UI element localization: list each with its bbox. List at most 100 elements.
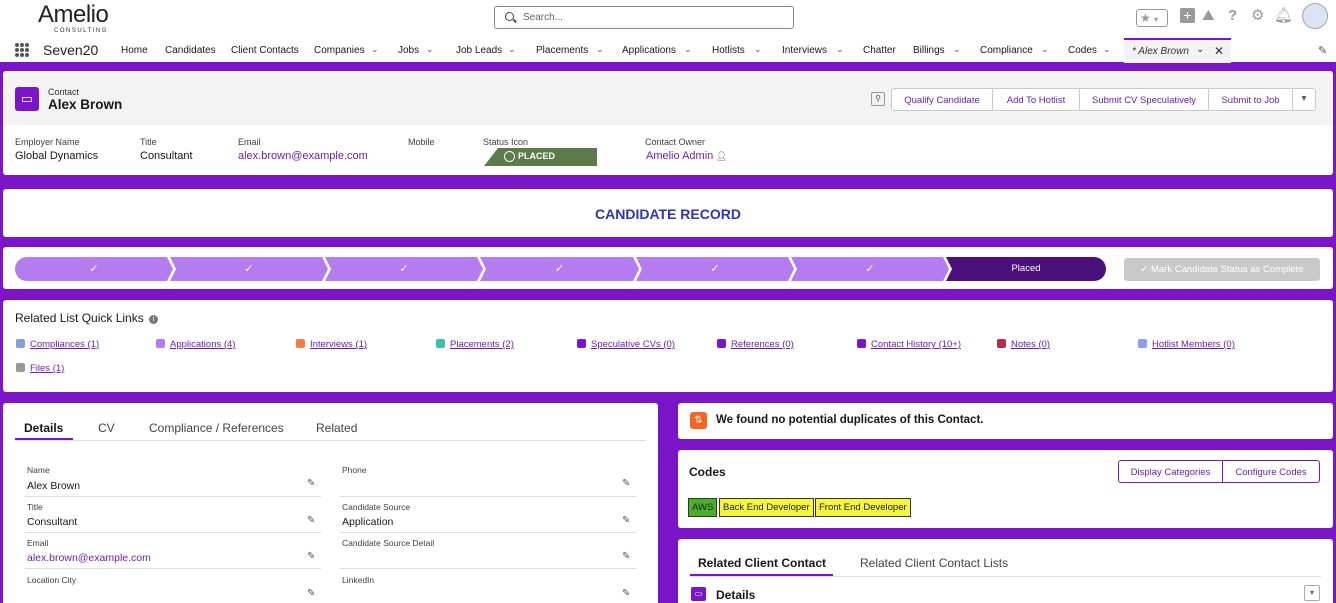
field-value-title: Consultant [140, 150, 193, 162]
chevron-down-icon[interactable]: ⌄ [684, 44, 692, 55]
avatar[interactable] [1302, 3, 1328, 29]
placement-icon [436, 339, 445, 348]
edit-icon[interactable]: ✎ [307, 478, 315, 489]
nav-item-jobs[interactable]: Jobs [398, 45, 419, 56]
edit-nav-icon[interactable]: ✎ [1318, 44, 1327, 57]
chevron-down-icon[interactable]: ⌄ [754, 44, 762, 55]
display-categories-button[interactable]: Display Categories [1118, 460, 1223, 483]
edit-icon[interactable]: ✎ [307, 551, 315, 562]
nav-item-hotlists[interactable]: Hotlists [712, 45, 745, 56]
chevron-down-icon[interactable]: ⌄ [1196, 44, 1204, 55]
nav-item-home[interactable]: Home [121, 45, 148, 56]
nav-item-companies[interactable]: Companies [314, 45, 365, 56]
edit-icon[interactable]: ✎ [622, 478, 630, 489]
tab-cv[interactable]: CV [98, 421, 115, 435]
field-value-email[interactable]: alex.brown@example.com [238, 150, 368, 162]
chevron-down-icon[interactable]: ⌄ [371, 44, 379, 55]
path-step-3[interactable]: ✓ [325, 257, 483, 281]
quick-link-hotlist-members[interactable]: Hotlist Members (0) [1138, 339, 1235, 350]
nav-item-applications[interactable]: Applications [622, 45, 676, 56]
chevron-down-icon[interactable]: ⌄ [836, 44, 844, 55]
nav-item-chatter[interactable]: Chatter [863, 45, 896, 56]
chevron-down-icon[interactable]: ⌄ [953, 44, 961, 55]
field-label-email: Email [27, 538, 49, 548]
submit-cv-speculatively-button[interactable]: Submit CV Speculatively [1079, 88, 1209, 111]
quick-link-files[interactable]: Files (1) [16, 363, 64, 374]
quick-link-label: References (0) [731, 339, 794, 350]
chevron-down-icon[interactable]: ⌄ [426, 44, 434, 55]
nav-item-billings[interactable]: Billings [913, 45, 945, 56]
code-chip-back-end-developer[interactable]: Back End Developer [719, 498, 814, 517]
search-input[interactable]: Search... [494, 6, 794, 29]
app-launcher-icon[interactable] [15, 43, 29, 57]
follow-button[interactable]: ⚲ [871, 92, 885, 106]
edit-icon[interactable]: ✎ [307, 515, 315, 526]
chevron-down-icon[interactable]: ⌄ [1103, 44, 1111, 55]
mark-status-complete-button[interactable]: ✓ Mark Candidate Status as Complete [1124, 258, 1320, 281]
tab-related[interactable]: Related [316, 421, 357, 435]
banner-title: CANDIDATE RECORD [595, 206, 741, 222]
close-icon[interactable]: ✕ [1214, 44, 1224, 58]
tab-compliance-references[interactable]: Compliance / References [149, 421, 284, 435]
field-value-email[interactable]: alex.brown@example.com [27, 552, 151, 564]
nav-bar: Seven20 Home Candidates Client Contacts … [0, 38, 1336, 65]
submit-to-job-button[interactable]: Submit to Job [1208, 88, 1293, 111]
add-icon[interactable]: + [1180, 8, 1195, 23]
nav-item-interviews[interactable]: Interviews [782, 45, 827, 56]
chevron-down-icon: ▾ [1154, 15, 1159, 24]
section-menu-button[interactable]: ▾ [1304, 585, 1320, 601]
add-to-hotlist-button[interactable]: Add To Hotlist [992, 88, 1080, 111]
quick-link-notes[interactable]: Notes (0) [997, 339, 1050, 350]
tab-alex-brown[interactable]: * Alex Brown ⌄ ✕ [1124, 38, 1231, 63]
field-label-status-icon: Status Icon [483, 137, 529, 147]
section-title-details: Details [716, 588, 756, 602]
nav-item-client-contacts[interactable]: Client Contacts [231, 45, 299, 56]
nav-item-job-leads[interactable]: Job Leads [456, 45, 502, 56]
nav-item-codes[interactable]: Codes [1068, 45, 1097, 56]
contact-icon: ▭ [691, 587, 706, 601]
path-step-1[interactable]: ✓ [15, 257, 173, 281]
quick-link-compliances[interactable]: Compliances (1) [16, 339, 99, 350]
chevron-down-icon[interactable]: ⌄ [596, 44, 604, 55]
quick-link-interviews[interactable]: Interviews (1) [296, 339, 367, 350]
qualify-candidate-button[interactable]: Qualify Candidate [891, 88, 993, 111]
logo[interactable]: Amelio CONSULTING [38, 2, 109, 35]
configure-codes-button[interactable]: Configure Codes [1222, 460, 1320, 483]
path-step-4[interactable]: ✓ [480, 257, 639, 281]
tab-related-client-contact[interactable]: Related Client Contact [698, 556, 826, 570]
gear-icon[interactable]: ⚙ [1251, 7, 1264, 25]
path-step-2[interactable]: ✓ [170, 257, 328, 281]
quick-link-label: Files (1) [30, 363, 65, 374]
edit-icon[interactable]: ✎ [622, 588, 630, 599]
quick-link-applications[interactable]: Applications (4) [156, 339, 235, 350]
field-value-owner[interactable]: Amelio Admin [646, 150, 713, 162]
tab-details[interactable]: Details [24, 421, 63, 435]
edit-icon[interactable]: ✎ [307, 588, 315, 599]
trailhead-icon[interactable]: ⛰ [1202, 7, 1215, 25]
quick-link-label: Compliances (1) [30, 339, 100, 350]
code-chip-aws[interactable]: AWS [688, 498, 718, 517]
favorites-button[interactable]: ★ ▾ [1136, 9, 1168, 27]
quick-link-placements[interactable]: Placements (2) [436, 339, 514, 350]
change-owner-icon[interactable]: 👤︎ [716, 151, 727, 162]
help-icon[interactable]: ? [1228, 7, 1237, 25]
more-actions-button[interactable]: ▾ [1292, 88, 1316, 111]
quick-link-contact-history[interactable]: Contact History (10+) [857, 339, 961, 350]
path-step-6[interactable]: ✓ [791, 257, 949, 281]
code-chip-front-end-developer[interactable]: Front End Developer [815, 498, 911, 517]
path-step-current[interactable]: Placed [946, 257, 1106, 281]
chevron-down-icon[interactable]: ⌄ [508, 44, 516, 55]
nav-item-candidates[interactable]: Candidates [165, 45, 216, 56]
tab-related-client-contact-lists[interactable]: Related Client Contact Lists [860, 556, 1008, 570]
path-step-5[interactable]: ✓ [636, 257, 794, 281]
duplicates-card: ⇅ We found no potential duplicates of th… [678, 403, 1333, 439]
nav-item-compliance[interactable]: Compliance [980, 45, 1033, 56]
edit-icon[interactable]: ✎ [622, 551, 630, 562]
bell-icon[interactable]: 🔔︎ [1274, 7, 1293, 25]
chevron-down-icon[interactable]: ⌄ [1041, 44, 1049, 55]
edit-icon[interactable]: ✎ [622, 515, 630, 526]
quick-link-references[interactable]: References (0) [717, 339, 794, 350]
nav-item-placements[interactable]: Placements [536, 45, 588, 56]
info-icon[interactable]: i [149, 315, 158, 324]
quick-link-speculative-cvs[interactable]: Speculative CVs (0) [577, 339, 675, 350]
